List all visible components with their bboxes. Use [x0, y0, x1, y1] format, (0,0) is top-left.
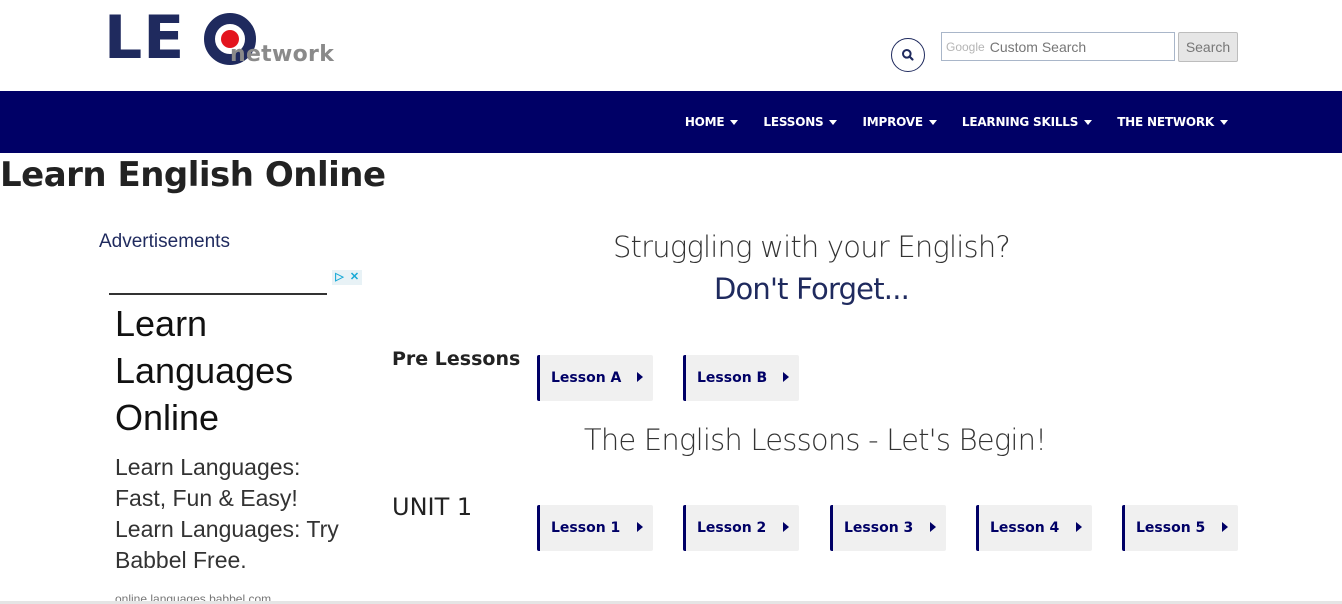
- ad-choices[interactable]: ▷ ✕: [332, 270, 362, 285]
- caret-right-icon: [1222, 522, 1228, 532]
- logo-text: LE: [104, 3, 186, 73]
- search-field[interactable]: Google: [941, 32, 1175, 61]
- lesson-button-label: Lesson A: [551, 370, 622, 386]
- struggling-heading: Struggling with your English?: [612, 230, 1011, 264]
- nav-item-the-network[interactable]: THE NETWORK: [1117, 115, 1228, 129]
- nav-item-label: LEARNING SKILLS: [961, 115, 1079, 129]
- nav-item-lessons[interactable]: LESSONS: [763, 115, 838, 129]
- dont-forget-heading: Don't Forget...: [713, 272, 910, 306]
- ad-headline[interactable]: Learn Languages Online: [115, 300, 335, 441]
- lesson-1-button[interactable]: Lesson 1: [537, 505, 653, 551]
- advertisements-label: Advertisements: [99, 231, 230, 252]
- lesson-button-label: Lesson 5: [1136, 520, 1206, 536]
- nav-item-label: LESSONS: [763, 115, 824, 129]
- ad-body-text[interactable]: Learn Languages: Fast, Fun & Easy! Learn…: [115, 452, 355, 576]
- search-button[interactable]: Search: [1178, 32, 1238, 62]
- close-icon[interactable]: ✕: [347, 270, 362, 285]
- caret-right-icon: [930, 522, 936, 532]
- caret-down-icon: [829, 119, 838, 125]
- lesson-button-label: Lesson 2: [697, 520, 767, 536]
- google-brand-label: Google: [946, 39, 985, 54]
- lesson-button-label: Lesson 3: [844, 520, 914, 536]
- ad-choices-icon[interactable]: ▷: [332, 270, 347, 285]
- lesson-button-label: Lesson B: [697, 370, 768, 386]
- main-nav: HOME LESSONS IMPROVE LEARNING SKILLS THE…: [0, 91, 1342, 153]
- unit-1-label: UNIT 1: [392, 493, 473, 521]
- nav-item-label: IMPROVE: [862, 115, 923, 129]
- caret-right-icon: [637, 372, 643, 382]
- caret-right-icon: [637, 522, 643, 532]
- nav-item-label: THE NETWORK: [1117, 115, 1214, 129]
- site-logo[interactable]: LE network: [104, 8, 334, 72]
- nav-item-learning-skills[interactable]: LEARNING SKILLS: [961, 115, 1093, 129]
- lesson-3-button[interactable]: Lesson 3: [830, 505, 946, 551]
- caret-right-icon: [783, 372, 789, 382]
- lesson-button-label: Lesson 1: [551, 520, 621, 536]
- logo-network-text: network: [230, 42, 335, 67]
- site-header: LE network Google Search: [0, 0, 1342, 91]
- page-title: Learn English Online: [0, 155, 386, 195]
- caret-down-icon: [928, 119, 937, 125]
- pre-lessons-label: Pre Lessons: [392, 348, 521, 370]
- nav-item-home[interactable]: HOME: [685, 115, 739, 129]
- lessons-begin-heading: The English Lessons - Let's Begin!: [583, 423, 1047, 457]
- lesson-a-button[interactable]: Lesson A: [537, 355, 653, 401]
- nav-item-improve[interactable]: IMPROVE: [862, 115, 937, 129]
- nav-item-label: HOME: [684, 115, 725, 129]
- caret-right-icon: [1076, 522, 1082, 532]
- lesson-5-button[interactable]: Lesson 5: [1122, 505, 1238, 551]
- search-icon[interactable]: [891, 38, 925, 72]
- lesson-b-button[interactable]: Lesson B: [683, 355, 799, 401]
- lesson-button-label: Lesson 4: [990, 520, 1060, 536]
- caret-right-icon: [783, 522, 789, 532]
- caret-down-icon: [730, 119, 739, 125]
- search-input[interactable]: [989, 38, 1170, 55]
- ad-divider: [109, 293, 327, 295]
- caret-down-icon: [1084, 119, 1093, 125]
- lesson-2-button[interactable]: Lesson 2: [683, 505, 799, 551]
- caret-down-icon: [1220, 119, 1228, 125]
- lesson-4-button[interactable]: Lesson 4: [976, 505, 1092, 551]
